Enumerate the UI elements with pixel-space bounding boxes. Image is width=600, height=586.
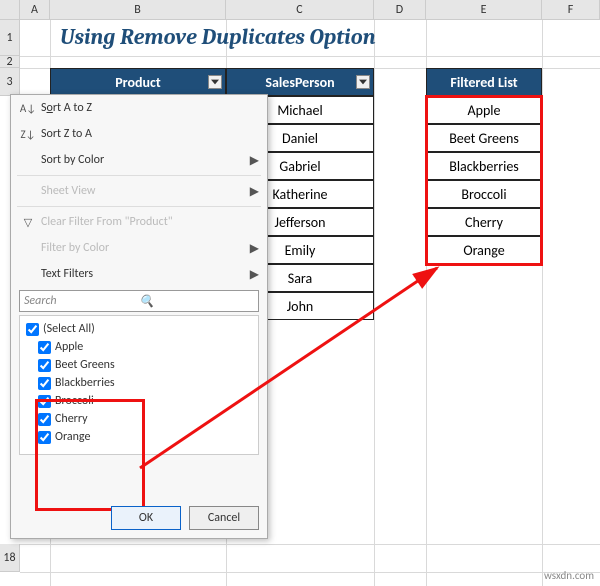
- sort-za-icon: Z↓: [19, 128, 37, 141]
- search-input[interactable]: Search 🔍: [19, 290, 259, 312]
- check-item[interactable]: Broccoli: [38, 392, 252, 410]
- chevron-right-icon: ▶: [250, 267, 259, 282]
- menu-sheet-view: Sheet View ▶: [11, 178, 267, 204]
- watermark: wsxdn.com: [544, 569, 594, 582]
- header-product: Product: [50, 68, 226, 96]
- check-item[interactable]: Orange: [38, 428, 252, 446]
- filtered-cell[interactable]: Orange: [426, 236, 542, 264]
- menu-filter-color-label: Filter by Color: [41, 241, 250, 255]
- check-item[interactable]: Beet Greens: [38, 356, 252, 374]
- row-2[interactable]: 2: [0, 56, 20, 68]
- menu-text-filters[interactable]: Text Filters ▶: [11, 261, 267, 287]
- header-filtered-label: Filtered List: [450, 74, 517, 91]
- search-placeholder: Search: [24, 294, 139, 308]
- menu-sort-color-label: Sort by Color: [41, 153, 250, 167]
- checkbox[interactable]: [38, 377, 51, 390]
- filter-checklist: (Select All) Apple Beet Greens Blackberrie…: [19, 315, 259, 455]
- menu-clear-filter: ▽ Clear Filter From "Product": [11, 209, 267, 235]
- chevron-down-icon: [359, 79, 367, 85]
- checkbox[interactable]: [38, 413, 51, 426]
- col-C[interactable]: C: [226, 0, 374, 20]
- header-product-label: Product: [115, 74, 161, 91]
- header-salesperson: SalesPerson: [226, 68, 374, 96]
- col-E[interactable]: E: [426, 0, 542, 20]
- check-item[interactable]: Apple: [38, 338, 252, 356]
- header-salesperson-label: SalesPerson: [265, 74, 334, 91]
- checkbox[interactable]: [38, 431, 51, 444]
- filter-button-salesperson[interactable]: [356, 75, 370, 89]
- menu-sort-az[interactable]: A↓ Sort A to Z: [11, 95, 267, 121]
- menu-sort-za[interactable]: Z↓ Sort Z to A: [11, 121, 267, 147]
- check-item[interactable]: Cherry: [38, 410, 252, 428]
- filter-button-product[interactable]: [208, 75, 222, 89]
- filtered-cell[interactable]: Apple: [426, 96, 542, 124]
- filtered-cell[interactable]: Broccoli: [426, 180, 542, 208]
- col-B[interactable]: B: [50, 0, 226, 20]
- menu-sort-az-label: Sort A to Z: [41, 101, 259, 115]
- checkbox[interactable]: [38, 395, 51, 408]
- menu-sort-color[interactable]: Sort by Color ▶: [11, 147, 267, 173]
- check-item[interactable]: Blackberries: [38, 374, 252, 392]
- check-item-label: Blackberries: [55, 376, 115, 390]
- menu-sort-za-label: Sort Z to A: [41, 127, 259, 141]
- menu-sheet-view-label: Sheet View: [41, 184, 250, 198]
- col-A[interactable]: A: [20, 0, 50, 20]
- filtered-cell[interactable]: Blackberries: [426, 152, 542, 180]
- check-item-label: Broccoli: [55, 394, 94, 408]
- sort-az-icon: A↓: [19, 102, 37, 115]
- menu-text-filters-label: Text Filters: [41, 267, 250, 281]
- header-filtered: Filtered List: [426, 68, 542, 96]
- checkbox-select-all[interactable]: [26, 323, 39, 336]
- check-select-all[interactable]: (Select All): [26, 320, 252, 338]
- check-select-all-label: (Select All): [43, 322, 95, 336]
- cancel-button[interactable]: Cancel: [189, 506, 259, 530]
- chevron-down-icon: [211, 79, 219, 85]
- filter-menu: A↓ Sort A to Z Z↓ Sort Z to A Sort by Co…: [10, 94, 268, 539]
- chevron-right-icon: ▶: [250, 153, 259, 168]
- search-icon: 🔍: [139, 294, 254, 309]
- row-3[interactable]: 3: [0, 68, 20, 96]
- menu-filter-color: Filter by Color ▶: [11, 235, 267, 261]
- check-item-label: Orange: [55, 430, 90, 444]
- filtered-cell[interactable]: Beet Greens: [426, 124, 542, 152]
- row-1[interactable]: 1: [0, 20, 20, 56]
- ok-button[interactable]: OK: [111, 506, 181, 530]
- check-item-label: Apple: [55, 340, 83, 354]
- col-F[interactable]: F: [542, 0, 600, 20]
- check-item-label: Cherry: [55, 412, 88, 426]
- page-title: Using Remove Duplicates Option: [60, 24, 376, 50]
- corner-cell: [0, 0, 20, 20]
- check-item-label: Beet Greens: [55, 358, 115, 372]
- filtered-cell[interactable]: Cherry: [426, 208, 542, 236]
- checkbox[interactable]: [38, 341, 51, 354]
- checkbox[interactable]: [38, 359, 51, 372]
- row-18[interactable]: 18: [0, 544, 20, 572]
- menu-clear-filter-label: Clear Filter From "Product": [41, 215, 259, 229]
- clear-filter-icon: ▽: [19, 216, 37, 229]
- col-D[interactable]: D: [374, 0, 426, 20]
